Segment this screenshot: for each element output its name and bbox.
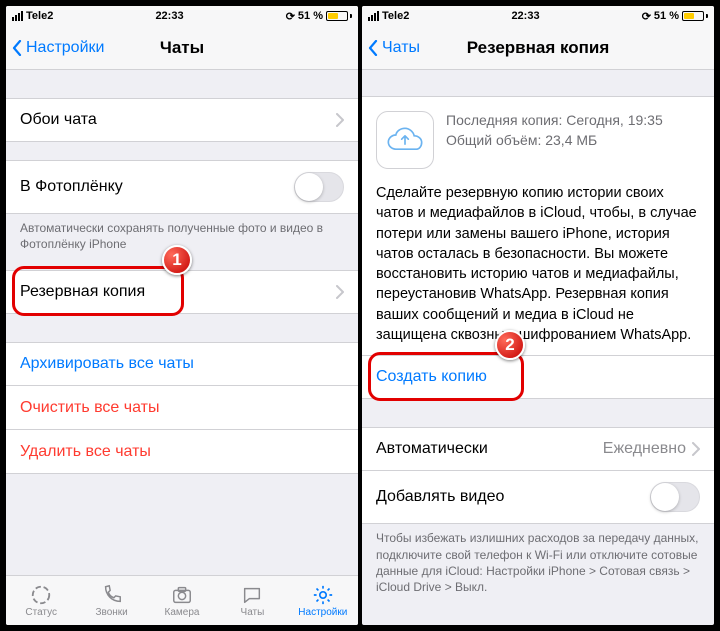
gear-icon xyxy=(311,584,335,606)
battery-icon xyxy=(326,11,352,21)
signal-icon xyxy=(368,11,379,21)
back-button[interactable]: Настройки xyxy=(6,39,104,57)
camera-icon xyxy=(170,584,194,606)
backup-cell[interactable]: Резервная копия xyxy=(6,270,358,314)
auto-backup-label: Автоматически xyxy=(376,440,488,458)
last-backup-line: Последняя копия: Сегодня, 19:35 xyxy=(446,111,663,131)
chevron-left-icon xyxy=(368,40,378,56)
video-note: Чтобы избежать излишних расходов за пере… xyxy=(362,524,714,595)
backup-label: Резервная копия xyxy=(20,283,145,301)
status-bar: Tele2 22:33 ⟳ 51 % xyxy=(6,6,358,26)
battery-icon xyxy=(682,11,708,21)
screen-chats-settings: Tele2 22:33 ⟳ 51 % Настройки Чаты Обои ч… xyxy=(6,6,358,625)
chevron-left-icon xyxy=(12,40,22,56)
tab-chats-label: Чаты xyxy=(241,607,265,618)
tab-calls-label: Звонки xyxy=(95,607,127,618)
camera-roll-switch[interactable] xyxy=(294,172,344,202)
phone-icon xyxy=(100,584,124,606)
wallpaper-label: Обои чата xyxy=(20,111,97,129)
tab-camera[interactable]: Камера xyxy=(147,576,217,625)
nav-bar: Чаты Резервная копия xyxy=(362,26,714,70)
clock-label: 22:33 xyxy=(155,10,183,22)
tab-bar: Статус Звонки Камера Чаты Настройки xyxy=(6,575,358,625)
cloud-backup-icon xyxy=(376,111,434,169)
content-scroll[interactable]: Последняя копия: Сегодня, 19:35 Общий об… xyxy=(362,70,714,625)
wallpaper-cell[interactable]: Обои чата xyxy=(6,98,358,142)
backup-info-block: Последняя копия: Сегодня, 19:35 Общий об… xyxy=(362,97,714,183)
include-video-cell[interactable]: Добавлять видео xyxy=(362,471,714,524)
battery-percent: 51 % xyxy=(654,10,679,22)
tab-calls[interactable]: Звонки xyxy=(76,576,146,625)
battery-percent: 51 % xyxy=(298,10,323,22)
back-label: Настройки xyxy=(26,39,104,57)
chevron-right-icon xyxy=(692,442,700,456)
content-scroll[interactable]: Обои чата В Фотоплёнку Автоматически сох… xyxy=(6,70,358,575)
include-video-label: Добавлять видео xyxy=(376,488,504,506)
clear-label: Очистить все чаты xyxy=(20,399,159,417)
auto-backup-value: Ежедневно xyxy=(603,440,686,458)
chevron-right-icon xyxy=(336,285,344,299)
tab-status-label: Статус xyxy=(25,607,57,618)
sync-icon: ⟳ xyxy=(642,10,651,23)
chat-icon xyxy=(240,584,264,606)
archive-cell[interactable]: Архивировать все чаты xyxy=(6,342,358,386)
clock-label: 22:33 xyxy=(511,10,539,22)
tab-settings[interactable]: Настройки xyxy=(288,576,358,625)
tab-chats[interactable]: Чаты xyxy=(217,576,287,625)
tab-camera-label: Камера xyxy=(165,607,200,618)
camera-roll-label: В Фотоплёнку xyxy=(20,178,123,196)
camera-roll-cell[interactable]: В Фотоплёнку xyxy=(6,160,358,214)
backup-description: Сделайте резервную копию истории своих ч… xyxy=(362,183,714,355)
include-video-switch[interactable] xyxy=(650,482,700,512)
signal-icon xyxy=(12,11,23,21)
auto-backup-cell[interactable]: Автоматически Ежедневно xyxy=(362,427,714,471)
back-button[interactable]: Чаты xyxy=(362,39,420,57)
status-icon xyxy=(29,584,53,606)
archive-label: Архивировать все чаты xyxy=(20,355,194,373)
screen-backup: Tele2 22:33 ⟳ 51 % Чаты Резервная копия … xyxy=(362,6,714,625)
backup-size-line: Общий объём: 23,4 МБ xyxy=(446,131,663,151)
nav-bar: Настройки Чаты xyxy=(6,26,358,70)
create-backup-label: Создать копию xyxy=(376,368,487,386)
clear-cell[interactable]: Очистить все чаты xyxy=(6,386,358,430)
carrier-label: Tele2 xyxy=(382,10,409,22)
delete-cell[interactable]: Удалить все чаты xyxy=(6,430,358,474)
tab-status[interactable]: Статус xyxy=(6,576,76,625)
sync-icon: ⟳ xyxy=(286,10,295,23)
delete-label: Удалить все чаты xyxy=(20,443,151,461)
carrier-label: Tele2 xyxy=(26,10,53,22)
back-label: Чаты xyxy=(382,39,420,57)
chevron-right-icon xyxy=(336,113,344,127)
create-backup-cell[interactable]: Создать копию xyxy=(362,355,714,399)
tab-settings-label: Настройки xyxy=(298,607,347,618)
status-bar: Tele2 22:33 ⟳ 51 % xyxy=(362,6,714,26)
